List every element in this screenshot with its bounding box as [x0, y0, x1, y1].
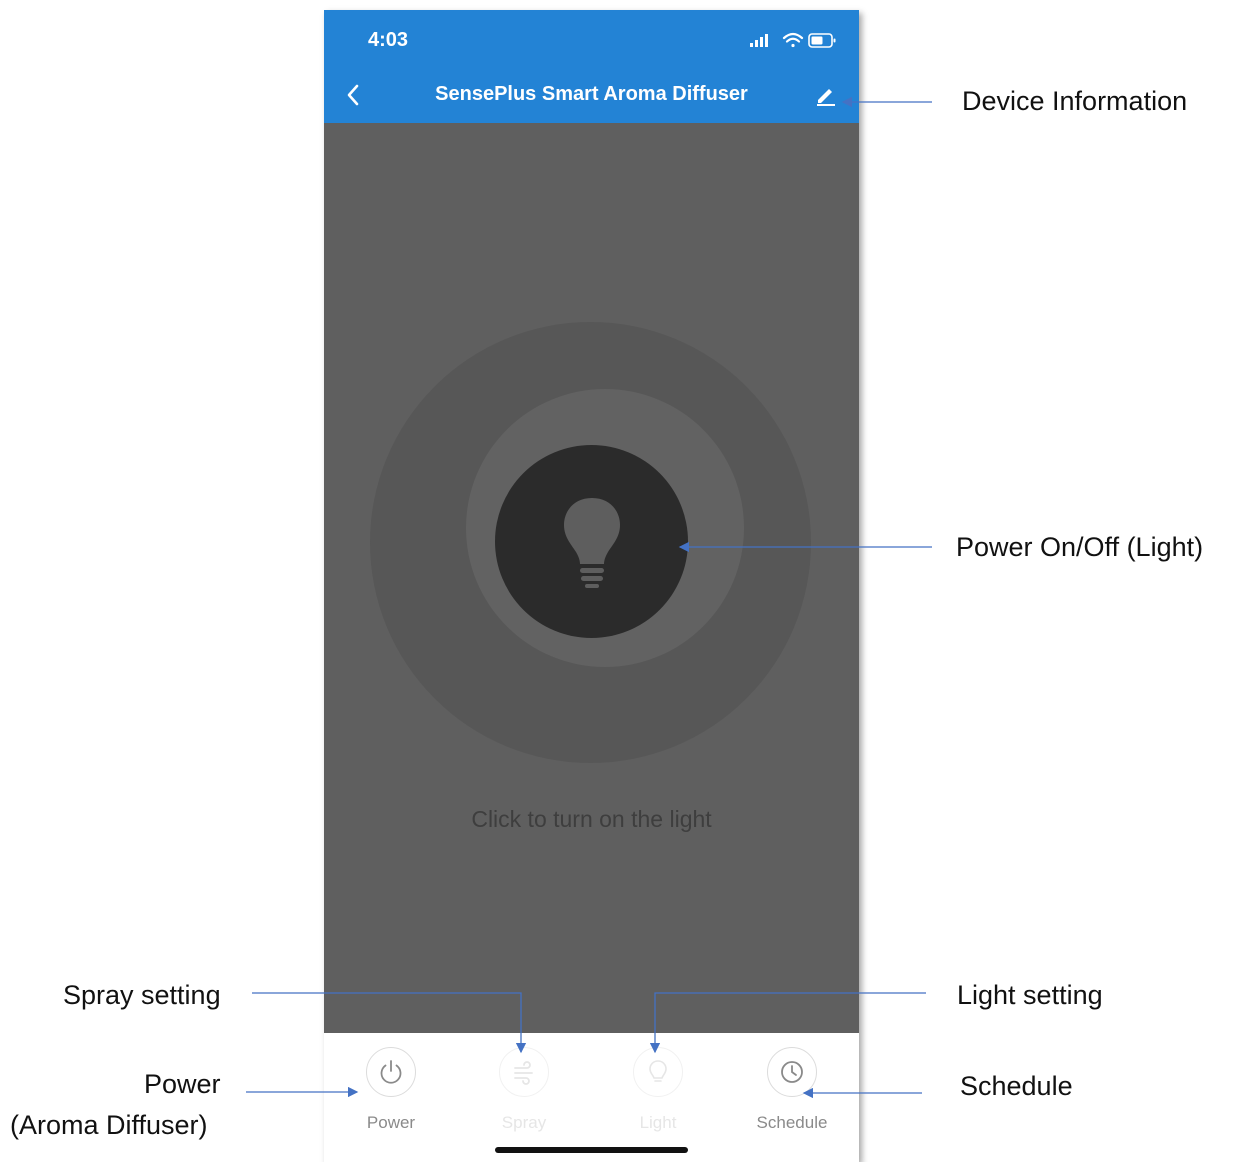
- arrow-spray: [252, 992, 527, 1054]
- annotation-arrows: [246, 96, 932, 1099]
- arrow-light: [649, 992, 926, 1054]
